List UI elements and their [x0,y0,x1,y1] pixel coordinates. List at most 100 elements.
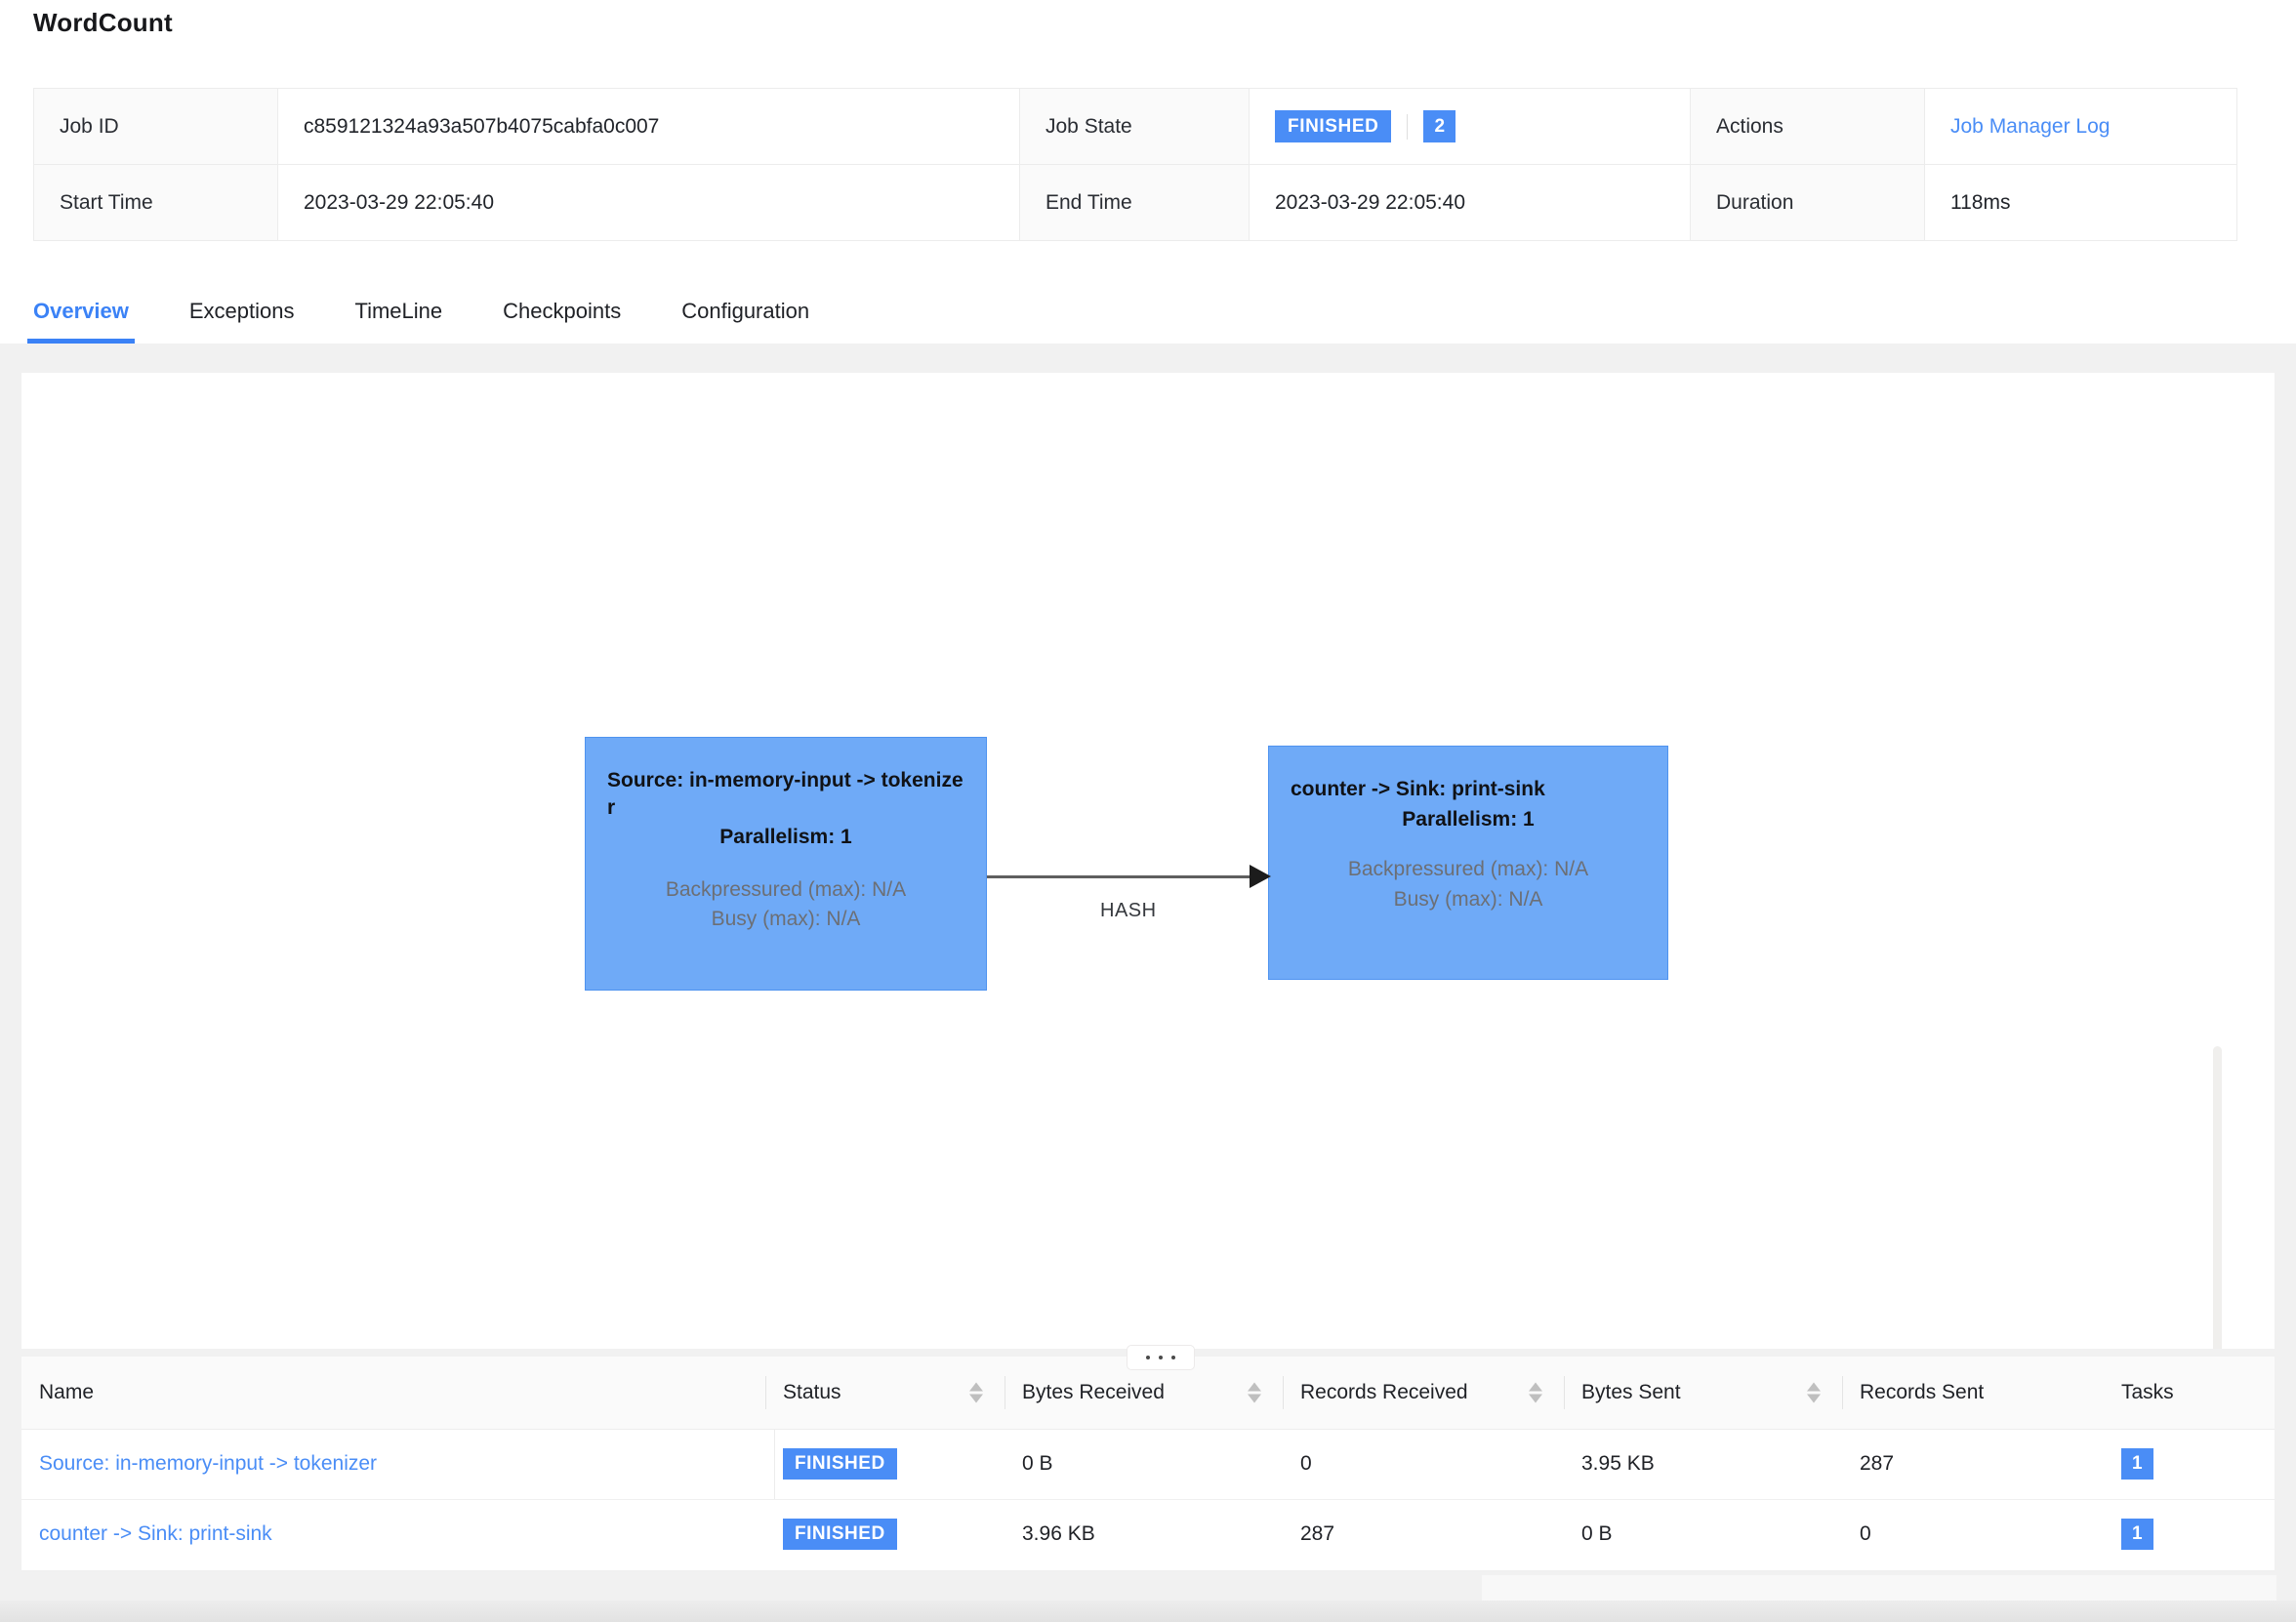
column-header-bytes-sent-label: Bytes Sent [1581,1380,1681,1403]
sort-asc-icon [969,1382,983,1392]
graph-edge-line [987,875,1255,878]
tab-overview[interactable]: Overview [27,299,135,344]
column-header-status[interactable]: Status [765,1357,1004,1430]
table-row[interactable]: Source: in-memory-input -> tokenizer FIN… [21,1429,2275,1500]
column-header-records-sent[interactable]: Records Sent [1842,1357,2104,1430]
graph-node-sink-parallelism: Parallelism: 1 [1402,807,1535,831]
splitter-dot-icon [1159,1356,1163,1359]
job-info-row-2: Start Time 2023-03-29 22:05:40 End Time … [33,164,2237,241]
column-divider [1283,1376,1284,1409]
tasks-badge: 1 [2121,1519,2153,1550]
graph-node-source[interactable]: Source: in-memory-input -> tokenizer Par… [585,737,987,991]
row-resize-handle[interactable] [765,1429,775,1498]
actions-value-cell: Job Manager Log [1924,88,2237,165]
job-info-table: Job ID c859121324a93a507b4075cabfa0c007 … [33,88,2237,241]
cell-records-received: 287 [1283,1499,1564,1567]
cell-name: counter -> Sink: print-sink [21,1499,765,1567]
column-divider [1842,1376,1843,1409]
sort-icon[interactable] [969,1382,983,1403]
graph-node-sink-metrics: Backpressured (max): N/A Busy (max): N/A [1291,855,1646,914]
graph-zoom-slider-track[interactable] [2213,1046,2222,1349]
cell-name: Source: in-memory-input -> tokenizer [21,1429,765,1500]
job-id-value: c859121324a93a507b4075cabfa0c007 [277,88,1020,165]
subtask-name-link[interactable]: counter -> Sink: print-sink [39,1522,272,1545]
subtasks-table-body: Source: in-memory-input -> tokenizer FIN… [21,1429,2275,1567]
cell-bytes-received: 0 B [1004,1429,1283,1500]
job-state-count-badge: 2 [1423,109,1456,143]
cell-status: FINISHED [765,1429,1004,1500]
column-header-records-sent-label: Records Sent [1860,1380,1985,1403]
sort-asc-icon [1248,1382,1261,1392]
subtask-name-link[interactable]: Source: in-memory-input -> tokenizer [39,1452,377,1475]
end-time-label: End Time [1019,164,1250,241]
horizontal-scrollbar[interactable] [1482,1575,2276,1602]
column-header-tasks[interactable]: Tasks [2104,1357,2275,1430]
duration-value: 118ms [1924,164,2237,241]
tab-timeline[interactable]: TimeLine [354,299,442,344]
sort-asc-icon [1529,1382,1542,1392]
job-id-label: Job ID [33,88,278,165]
tab-checkpoints[interactable]: Checkpoints [503,299,621,344]
graph-node-sink-busy: Busy (max): N/A [1393,887,1543,911]
subtasks-table: Name Status Bytes Received Records Recei… [21,1357,2275,1567]
job-manager-log-link[interactable]: Job Manager Log [1950,115,2110,138]
column-header-records-received[interactable]: Records Received [1283,1357,1564,1430]
cell-tasks: 1 [2104,1499,2275,1567]
sort-desc-icon [1807,1394,1821,1403]
tab-exceptions[interactable]: Exceptions [189,299,295,344]
column-divider [765,1376,766,1409]
cell-bytes-sent: 0 B [1564,1499,1842,1567]
graph-node-source-parallelism: Parallelism: 1 [719,826,852,849]
column-header-bytes-received-label: Bytes Received [1022,1380,1165,1403]
tasks-badge: 1 [2121,1448,2153,1480]
duration-label: Duration [1690,164,1925,241]
status-badge: FINISHED [783,1448,897,1480]
graph-node-source-backpressured: Backpressured (max): N/A [665,877,907,901]
column-header-records-received-label: Records Received [1300,1380,1468,1403]
column-header-name[interactable]: Name [21,1357,765,1430]
sort-icon[interactable] [1529,1382,1542,1403]
status-badge: FINISHED [783,1519,897,1550]
column-header-bytes-sent[interactable]: Bytes Sent [1564,1357,1842,1430]
cell-bytes-received: 3.96 KB [1004,1499,1283,1567]
job-state-wrap: FINISHED 2 [1275,109,1664,143]
sort-icon[interactable] [1248,1382,1261,1403]
panel-splitter-handle[interactable] [1127,1345,1195,1370]
flink-job-overview-page: WordCount Job ID c859121324a93a507b4075c… [0,0,2296,1622]
cell-status: FINISHED [765,1499,1004,1567]
sort-desc-icon [1248,1394,1261,1403]
graph-node-source-busy: Busy (max): N/A [711,908,861,931]
graph-node-sink-backpressured: Backpressured (max): N/A [1347,858,1589,881]
page-title: WordCount [33,8,173,37]
sort-desc-icon [1529,1394,1542,1403]
sort-asc-icon [1807,1382,1821,1392]
cell-records-received: 0 [1283,1429,1564,1500]
cell-tasks: 1 [2104,1429,2275,1500]
column-header-status-label: Status [783,1380,841,1403]
column-divider [1564,1376,1565,1409]
graph-node-source-metrics: Backpressured (max): N/A Busy (max): N/A [607,875,964,935]
actions-label: Actions [1690,88,1925,165]
graph-edge-label: HASH [1100,900,1157,921]
status-badge: FINISHED [1275,109,1392,143]
cell-records-sent: 0 [1842,1499,2104,1567]
graph-node-source-name: Source: in-memory-input -> tokenizer [607,769,964,819]
table-row[interactable]: counter -> Sink: print-sink FINISHED 3.9… [21,1499,2275,1567]
splitter-dot-icon [1146,1356,1150,1359]
cell-bytes-sent: 3.95 KB [1564,1429,1842,1500]
viewport-bottom-edge [0,1601,2296,1622]
graph-node-sink-name: counter -> Sink: print-sink [1291,778,1545,800]
start-time-label: Start Time [33,164,278,241]
job-state-label: Job State [1019,88,1250,165]
graph-zoom-slider[interactable] [2200,1046,2234,1349]
sort-icon[interactable] [1807,1382,1821,1403]
graph-node-sink[interactable]: counter -> Sink: print-sink Parallelism:… [1268,746,1668,980]
subtasks-table-wrapper[interactable]: Name Status Bytes Received Records Recei… [21,1357,2275,1567]
job-detail-tabs: Overview Exceptions TimeLine Checkpoints… [27,265,870,344]
job-state-value-cell: FINISHED 2 [1249,88,1691,165]
sort-desc-icon [969,1394,983,1403]
job-info-row-1: Job ID c859121324a93a507b4075cabfa0c007 … [33,88,2237,165]
job-graph-panel[interactable]: Source: in-memory-input -> tokenizer Par… [21,373,2275,1349]
tab-configuration[interactable]: Configuration [681,299,809,344]
column-divider [1004,1376,1005,1409]
